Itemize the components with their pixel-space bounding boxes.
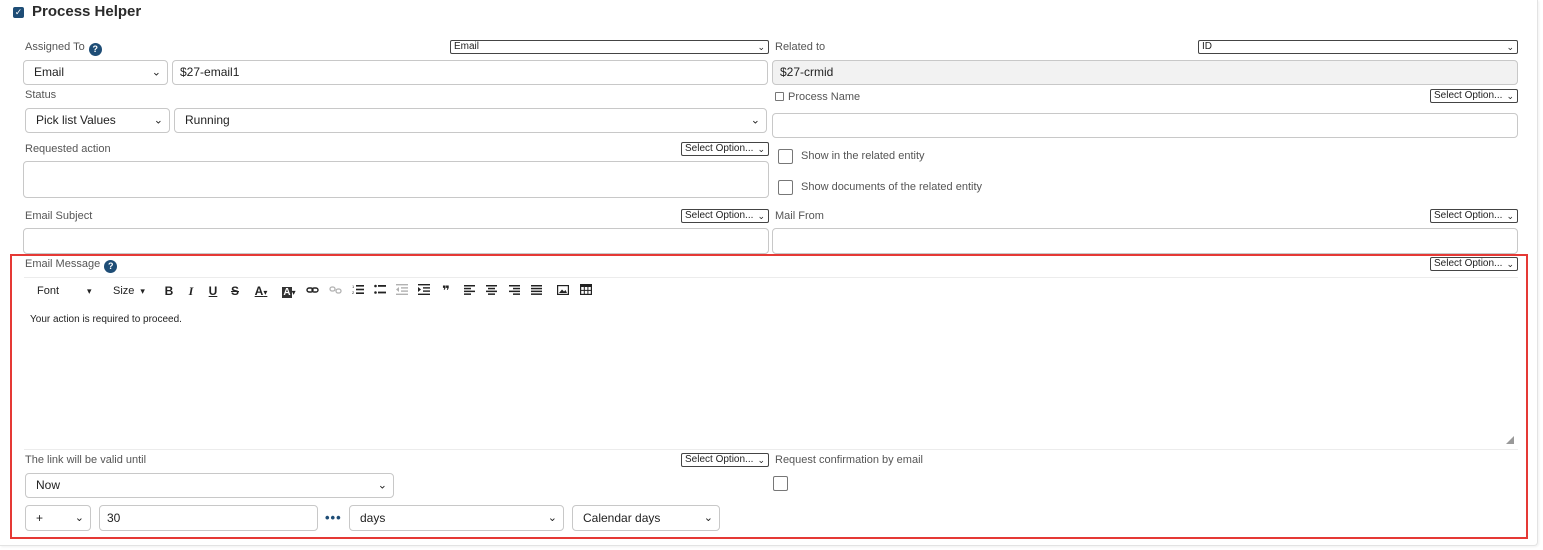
align-justify-icon[interactable] (529, 284, 543, 298)
show-documents-label: Show documents of the related entity (801, 181, 982, 193)
link-valid-option-select[interactable]: Select Option... ⌄ (681, 453, 769, 467)
underline-icon[interactable]: U (206, 284, 220, 298)
link-valid-label: The link will be valid until (25, 454, 147, 466)
email-subject-option-select[interactable]: Select Option... ⌄ (681, 209, 769, 223)
chevron-down-icon: ⌄ (1506, 211, 1514, 221)
assigned-to-type-select[interactable]: Email ⌄ (450, 40, 769, 54)
related-to-input[interactable]: $27-crmid (772, 60, 1518, 85)
bold-icon[interactable]: B (162, 284, 176, 298)
italic-icon[interactable]: I (184, 284, 198, 298)
related-to-type-select[interactable]: ID ⌄ (1198, 40, 1518, 54)
link-valid-base-select[interactable]: Now ⌄ (25, 473, 394, 498)
related-to-label: Related to (775, 41, 826, 53)
assigned-to-label: Assigned To? (25, 41, 102, 56)
align-center-icon[interactable] (484, 284, 498, 298)
chevron-down-icon: ⌄ (703, 512, 713, 524)
mail-from-option-select[interactable]: Select Option... ⌄ (1430, 209, 1518, 223)
chevron-down-icon: ⌄ (547, 512, 557, 524)
numbered-list-icon[interactable]: 12 (351, 284, 365, 298)
status-label: Status (25, 89, 57, 101)
chevron-down-icon: ⌄ (1506, 259, 1514, 269)
text-color-icon[interactable]: A▾ (251, 284, 271, 298)
requested-action-textarea[interactable] (23, 161, 769, 198)
link-icon[interactable] (305, 284, 319, 298)
email-subject-input[interactable] (23, 228, 769, 254)
show-related-label: Show in the related entity (801, 150, 925, 162)
chevron-down-icon: ⌄ (757, 211, 765, 221)
chevron-down-icon: ⌄ (757, 42, 765, 52)
chevron-down-icon: ⌄ (1506, 42, 1514, 52)
resize-handle-icon[interactable] (1506, 436, 1514, 444)
status-mode-select[interactable]: Pick list Values ⌄ (25, 108, 170, 133)
requested-action-label: Requested action (25, 143, 111, 155)
image-icon[interactable] (556, 284, 570, 298)
email-message-label: Email Message? (25, 258, 118, 273)
svg-text:2: 2 (352, 290, 355, 295)
chevron-down-icon: ⌄ (757, 455, 765, 465)
background-color-icon[interactable]: A▾ (279, 284, 299, 298)
link-valid-amount-input[interactable]: 30 (99, 505, 318, 531)
request-confirmation-checkbox[interactable] (773, 476, 788, 491)
size-dropdown[interactable]: Size ▾ (113, 285, 145, 297)
email-subject-label: Email Subject (25, 210, 93, 222)
align-right-icon[interactable] (507, 284, 521, 298)
help-icon[interactable]: ? (104, 260, 118, 273)
outdent-icon[interactable] (395, 284, 409, 298)
show-related-checkbox[interactable] (778, 149, 793, 164)
mail-from-input[interactable] (772, 228, 1518, 254)
email-message-option-select[interactable]: Select Option... ⌄ (1430, 257, 1518, 271)
section-checkbox[interactable]: ✓ (13, 7, 24, 18)
link-valid-operator-select[interactable]: + ⌄ (25, 505, 91, 531)
strikethrough-icon[interactable]: S (228, 284, 242, 298)
email-message-editor[interactable]: Your action is required to proceed. (30, 314, 182, 325)
section-title: Process Helper (32, 3, 142, 20)
svg-text:1: 1 (352, 284, 355, 289)
table-icon[interactable] (579, 284, 593, 298)
show-documents-checkbox[interactable] (778, 180, 793, 195)
request-confirmation-label: Request confirmation by email (775, 454, 923, 466)
chevron-down-icon: ⌄ (1506, 91, 1514, 101)
chevron-down-icon: ⌄ (750, 114, 760, 126)
editor-divider (24, 449, 1518, 450)
chevron-down-icon: ⌄ (74, 512, 84, 524)
assigned-to-input[interactable]: $27-email1 (172, 60, 768, 85)
help-icon[interactable]: ? (88, 43, 102, 56)
more-options-icon[interactable]: ••• (325, 510, 342, 525)
process-name-input[interactable] (772, 113, 1518, 138)
font-dropdown[interactable]: Font ▾ (37, 285, 92, 297)
chevron-down-icon: ⌄ (377, 479, 387, 491)
link-valid-daytype-select[interactable]: Calendar days ⌄ (572, 505, 720, 531)
link-valid-unit-select[interactable]: days ⌄ (349, 505, 564, 531)
blockquote-icon[interactable]: ❞ (439, 284, 453, 298)
process-name-label: Process Name (788, 91, 861, 103)
assigned-to-mode-select[interactable]: Email ⌄ (23, 60, 168, 85)
process-name-checkbox[interactable] (775, 92, 784, 101)
indent-icon[interactable] (417, 284, 431, 298)
chevron-down-icon: ⌄ (153, 114, 163, 126)
chevron-down-icon: ⌄ (757, 144, 765, 154)
align-left-icon[interactable] (462, 284, 476, 298)
editor-toolbar (24, 277, 1518, 305)
status-value-select[interactable]: Running ⌄ (174, 108, 767, 133)
unlink-icon[interactable] (328, 284, 342, 298)
chevron-down-icon: ⌄ (151, 66, 161, 78)
bulleted-list-icon[interactable] (373, 284, 387, 298)
requested-action-option-select[interactable]: Select Option... ⌄ (681, 142, 769, 156)
mail-from-label: Mail From (775, 210, 824, 222)
process-name-option-select[interactable]: Select Option... ⌄ (1430, 89, 1518, 103)
